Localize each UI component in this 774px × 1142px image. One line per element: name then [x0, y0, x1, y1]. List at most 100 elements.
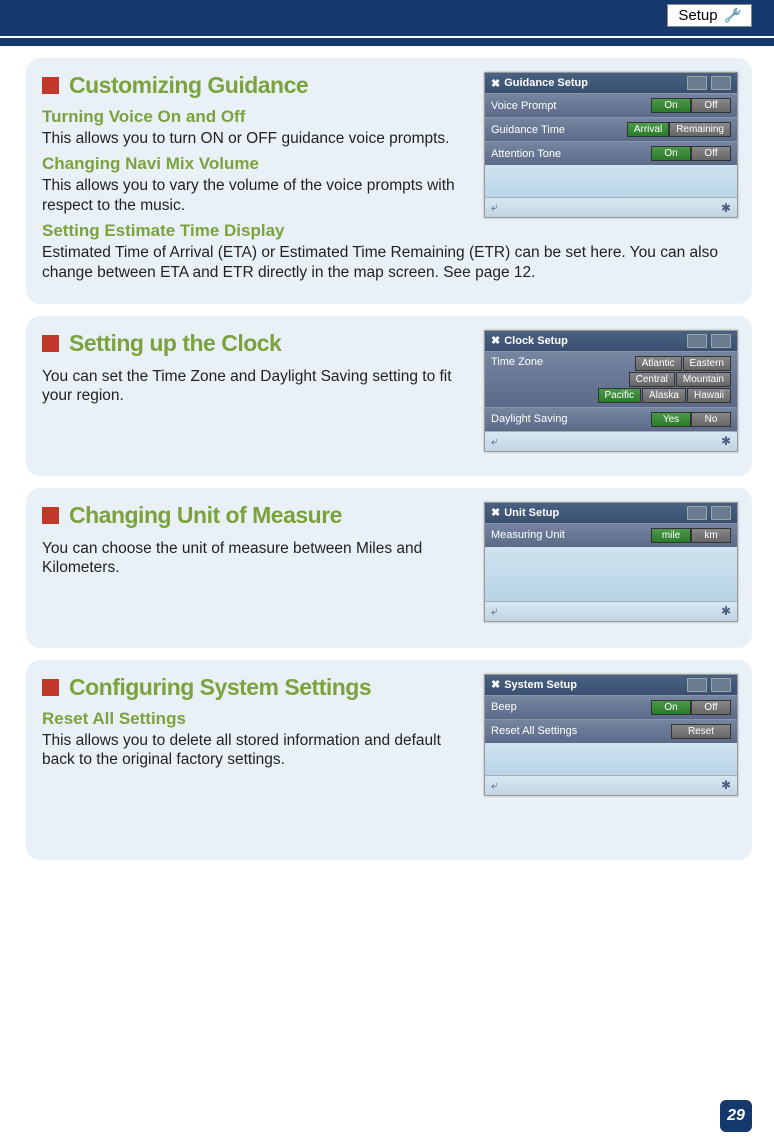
row-label: Voice Prompt — [491, 100, 556, 112]
opt-off[interactable]: Off — [691, 98, 731, 113]
header-icon — [711, 678, 731, 692]
header-icon — [687, 334, 707, 348]
opt-yes[interactable]: Yes — [651, 412, 691, 427]
screenshot-unit-setup: ✖Unit Setup Measuring Unit milekm ⤶✱ — [484, 502, 738, 622]
tool-icon: ✖ — [491, 77, 500, 90]
page-content: Customizing Guidance ✖ Guidance Setup Voi… — [0, 46, 774, 860]
opt-on[interactable]: On — [651, 146, 691, 161]
opt-remaining[interactable]: Remaining — [669, 122, 731, 137]
ss-header: ✖ Unit Setup — [485, 503, 737, 523]
bullet-icon — [42, 335, 59, 352]
panel-customizing-guidance: Customizing Guidance ✖ Guidance Setup Voi… — [26, 58, 752, 304]
opt-mile[interactable]: mile — [651, 528, 691, 543]
ss-row: Guidance Time ArrivalRemaining — [485, 117, 737, 141]
header-icon — [711, 334, 731, 348]
tz-opt[interactable]: Central — [629, 372, 675, 387]
ss-row: Daylight Saving YesNo — [485, 407, 737, 431]
screenshot-guidance-setup: ✖Guidance Setup Voice Prompt OnOff Guida… — [484, 72, 738, 218]
header-icon — [687, 678, 707, 692]
bullet-icon — [42, 507, 59, 524]
ss-body — [485, 547, 737, 601]
ss-body — [485, 165, 737, 197]
divider-line — [0, 38, 774, 46]
setup-tab-label: Setup — [678, 7, 717, 24]
tz-opt-active[interactable]: Pacific — [598, 388, 641, 403]
ss-footer: ⤶✱ — [485, 197, 737, 217]
ss-title: System Setup — [504, 679, 577, 691]
tool-icon: ✖ — [491, 678, 500, 691]
header-bar: Setup 🔧 — [0, 0, 774, 36]
bt-icon: ✱ — [721, 604, 731, 618]
title-text: Setting up the Clock — [69, 330, 281, 357]
screenshot-system-setup: ✖ System Setup Beep OnOff Reset All Setti… — [484, 674, 738, 796]
header-icon — [687, 76, 707, 90]
bt-icon: ✱ — [721, 434, 731, 448]
header-icon — [687, 506, 707, 520]
ss-title: Guidance Setup — [504, 77, 588, 89]
ss-title: Unit Setup — [504, 507, 559, 519]
opt-on[interactable]: On — [651, 98, 691, 113]
subheading: Setting Estimate Time Display — [42, 221, 736, 241]
opt-on[interactable]: On — [651, 700, 691, 715]
wrench-icon: 🔧 — [724, 7, 741, 24]
panel-system: Configuring System Settings ✖ System Setu… — [26, 660, 752, 860]
page-number: 29 — [720, 1100, 752, 1132]
tz-opt[interactable]: Hawaii — [687, 388, 731, 403]
tool-icon: ✖ — [491, 334, 500, 347]
header-icon — [711, 76, 731, 90]
ss-footer: ⤶✱ — [485, 775, 737, 795]
back-icon[interactable]: ⤶ — [491, 604, 498, 619]
bt-icon: ✱ — [721, 201, 731, 215]
setup-tab[interactable]: Setup 🔧 — [667, 4, 752, 27]
back-icon[interactable]: ⤶ — [491, 778, 498, 793]
back-icon[interactable]: ⤶ — [491, 200, 498, 215]
title-text: Configuring System Settings — [69, 674, 371, 701]
tool-icon: ✖ — [491, 506, 500, 519]
body-text: You can set the Time Zone and Daylight S… — [42, 367, 462, 406]
panel-unit: Changing Unit of Measure ✖ Unit Setup Mea… — [26, 488, 752, 648]
bullet-icon — [42, 679, 59, 696]
tz-opt[interactable]: Alaska — [642, 388, 686, 403]
tz-opt[interactable]: Eastern — [683, 356, 731, 371]
screenshot-clock-setup: ✖ Clock Setup Time Zone AtlanticEastern C… — [484, 330, 738, 452]
bullet-icon — [42, 77, 59, 94]
ss-row: Beep OnOff — [485, 695, 737, 719]
title-text: Customizing Guidance — [69, 72, 308, 99]
body-text: This allows you to vary the volume of th… — [42, 176, 462, 215]
opt-off[interactable]: Off — [691, 146, 731, 161]
opt-no[interactable]: No — [691, 412, 731, 427]
opt-arrival[interactable]: Arrival — [627, 122, 669, 137]
ss-footer: ⤶✱ — [485, 601, 737, 621]
header-icon — [711, 506, 731, 520]
body-text: This allows you to delete all stored inf… — [42, 731, 462, 770]
title-text: Changing Unit of Measure — [69, 502, 342, 529]
row-label: Daylight Saving — [491, 413, 567, 425]
ss-header: ✖ Clock Setup — [485, 331, 737, 351]
body-text: Estimated Time of Arrival (ETA) or Estim… — [42, 243, 732, 282]
ss-row: Measuring Unit milekm — [485, 523, 737, 547]
row-label: Time Zone — [491, 356, 543, 368]
opt-off[interactable]: Off — [691, 700, 731, 715]
back-icon[interactable]: ⤶ — [491, 434, 498, 449]
ss-body — [485, 743, 737, 775]
opt-km[interactable]: km — [691, 528, 731, 543]
ss-row: Voice Prompt OnOff — [485, 93, 737, 117]
body-text: You can choose the unit of measure betwe… — [42, 539, 462, 578]
row-label: Attention Tone — [491, 148, 561, 160]
opt-reset[interactable]: Reset — [671, 724, 731, 739]
row-label: Reset All Settings — [491, 725, 577, 737]
tz-opt[interactable]: Atlantic — [635, 356, 682, 371]
ss-header: ✖ Guidance Setup — [485, 73, 737, 93]
row-label: Guidance Time — [491, 124, 565, 136]
tz-grid: AtlanticEastern CentralMountain PacificA… — [598, 356, 731, 403]
tz-opt[interactable]: Mountain — [676, 372, 731, 387]
body-text: This allows you to turn ON or OFF guidan… — [42, 129, 462, 148]
panel-clock: Setting up the Clock ✖ Clock Setup Time Z… — [26, 316, 752, 476]
row-label: Measuring Unit — [491, 529, 565, 541]
bt-icon: ✱ — [721, 778, 731, 792]
ss-header: ✖ System Setup — [485, 675, 737, 695]
ss-title: Clock Setup — [504, 335, 568, 347]
ss-row: Reset All Settings Reset — [485, 719, 737, 743]
ss-row: Attention Tone OnOff — [485, 141, 737, 165]
row-label: Beep — [491, 701, 517, 713]
